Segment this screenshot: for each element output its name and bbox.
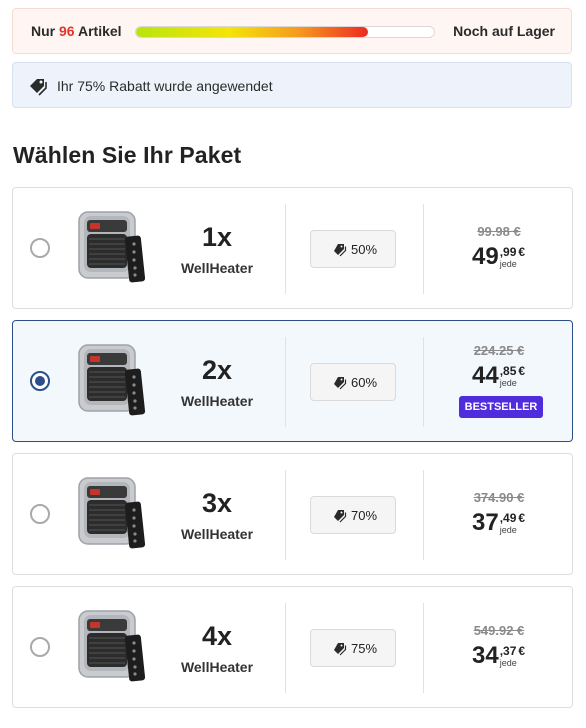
- heater-product-image: [78, 344, 146, 416]
- discount-percent: 70%: [351, 508, 378, 523]
- price-block: 374.90 € 37 ,49 € jede: [424, 454, 574, 574]
- package-radio[interactable]: [30, 371, 50, 391]
- radio-dot: [35, 376, 45, 386]
- divider: [285, 470, 286, 560]
- package-quantity: 1x: [201, 222, 233, 252]
- price-block: 549.92 € 34 ,37 € jede: [424, 587, 574, 707]
- stock-prefix: Nur: [31, 23, 56, 39]
- bestseller-badge: BESTSELLER: [459, 396, 543, 418]
- price-block: 224.25 € 44 ,85 € jede BESTSELLER: [424, 321, 574, 441]
- discount-badge: 75%: [310, 629, 396, 667]
- current-price: 34 ,37 € jede: [472, 642, 572, 672]
- stock-indicator: Nur 96 Artikel Noch auf Lager: [12, 8, 572, 54]
- old-price: 549.92 €: [473, 623, 525, 638]
- package-option-2x[interactable]: 2x WellHeater 60% 224.25 € 44 ,85 € jede…: [12, 320, 573, 442]
- current-price: 49 ,99 € jede: [472, 243, 572, 273]
- stock-count-label: Nur 96 Artikel: [31, 23, 122, 39]
- old-price: 374.90 €: [473, 490, 525, 505]
- tag-icon: [334, 244, 347, 257]
- tag-icon: [334, 510, 347, 523]
- old-price: 224.25 €: [473, 343, 525, 358]
- price-integer: 34: [472, 642, 499, 669]
- package-option-4x[interactable]: 4x WellHeater 75% 549.92 € 34 ,37 € jede: [12, 586, 573, 708]
- old-price: 99.98 €: [477, 224, 521, 239]
- discount-badge: 70%: [310, 496, 396, 534]
- price-decimals: ,99: [499, 245, 517, 259]
- discount-badge: 50%: [310, 230, 396, 268]
- price-decimals: ,49: [499, 511, 517, 525]
- package-option-1x[interactable]: 1x WellHeater 50% 99.98 € 49 ,99 € jede: [12, 187, 573, 309]
- product-name: WellHeater: [180, 659, 254, 675]
- price-currency: €: [518, 364, 526, 378]
- price-block: 99.98 € 49 ,99 € jede: [424, 188, 574, 308]
- price-integer: 49: [472, 243, 499, 270]
- divider: [285, 204, 286, 294]
- discount-percent: 60%: [351, 375, 378, 390]
- tag-icon: [30, 79, 47, 96]
- package-radio[interactable]: [30, 504, 50, 524]
- package-radio[interactable]: [30, 238, 50, 258]
- package-quantity: 4x: [201, 621, 233, 651]
- price-integer: 44: [472, 362, 499, 389]
- heater-product-image: [78, 610, 146, 682]
- stock-status-label: Noch auf Lager: [453, 23, 555, 39]
- current-price: 44 ,85 € jede: [472, 362, 572, 392]
- package-quantity: 3x: [201, 488, 233, 518]
- package-radio[interactable]: [30, 637, 50, 657]
- tag-icon: [334, 643, 347, 656]
- price-integer: 37: [472, 509, 499, 536]
- price-per-unit: jede: [499, 525, 517, 535]
- package-option-3x[interactable]: 3x WellHeater 70% 374.90 € 37 ,49 € jede: [12, 453, 573, 575]
- price-decimals: ,85: [499, 364, 517, 378]
- stock-progress-bar: [135, 26, 435, 38]
- tag-icon: [334, 377, 347, 390]
- discount-percent: 50%: [351, 242, 378, 257]
- page-title: Wählen Sie Ihr Paket: [13, 142, 242, 168]
- product-name: WellHeater: [180, 526, 254, 542]
- current-price: 37 ,49 € jede: [472, 509, 572, 539]
- stock-suffix: Artikel: [77, 23, 122, 39]
- discount-text: Ihr 75% Rabatt wurde angewendet: [57, 78, 273, 94]
- stock-progress-fill: [136, 27, 369, 37]
- divider: [285, 337, 286, 427]
- stock-count: 96: [59, 23, 75, 39]
- price-per-unit: jede: [499, 658, 517, 668]
- discount-percent: 75%: [351, 641, 378, 656]
- package-quantity: 2x: [201, 355, 233, 385]
- heater-product-image: [78, 211, 146, 283]
- discount-badge: 60%: [310, 363, 396, 401]
- price-per-unit: jede: [499, 259, 517, 269]
- heater-product-image: [78, 477, 146, 549]
- discount-banner: Ihr 75% Rabatt wurde angewendet: [12, 62, 572, 108]
- price-currency: €: [518, 644, 526, 658]
- price-currency: €: [518, 245, 526, 259]
- divider: [285, 603, 286, 693]
- price-currency: €: [518, 511, 526, 525]
- price-per-unit: jede: [499, 378, 517, 388]
- product-name: WellHeater: [180, 260, 254, 276]
- product-name: WellHeater: [180, 393, 254, 409]
- price-decimals: ,37: [499, 644, 517, 658]
